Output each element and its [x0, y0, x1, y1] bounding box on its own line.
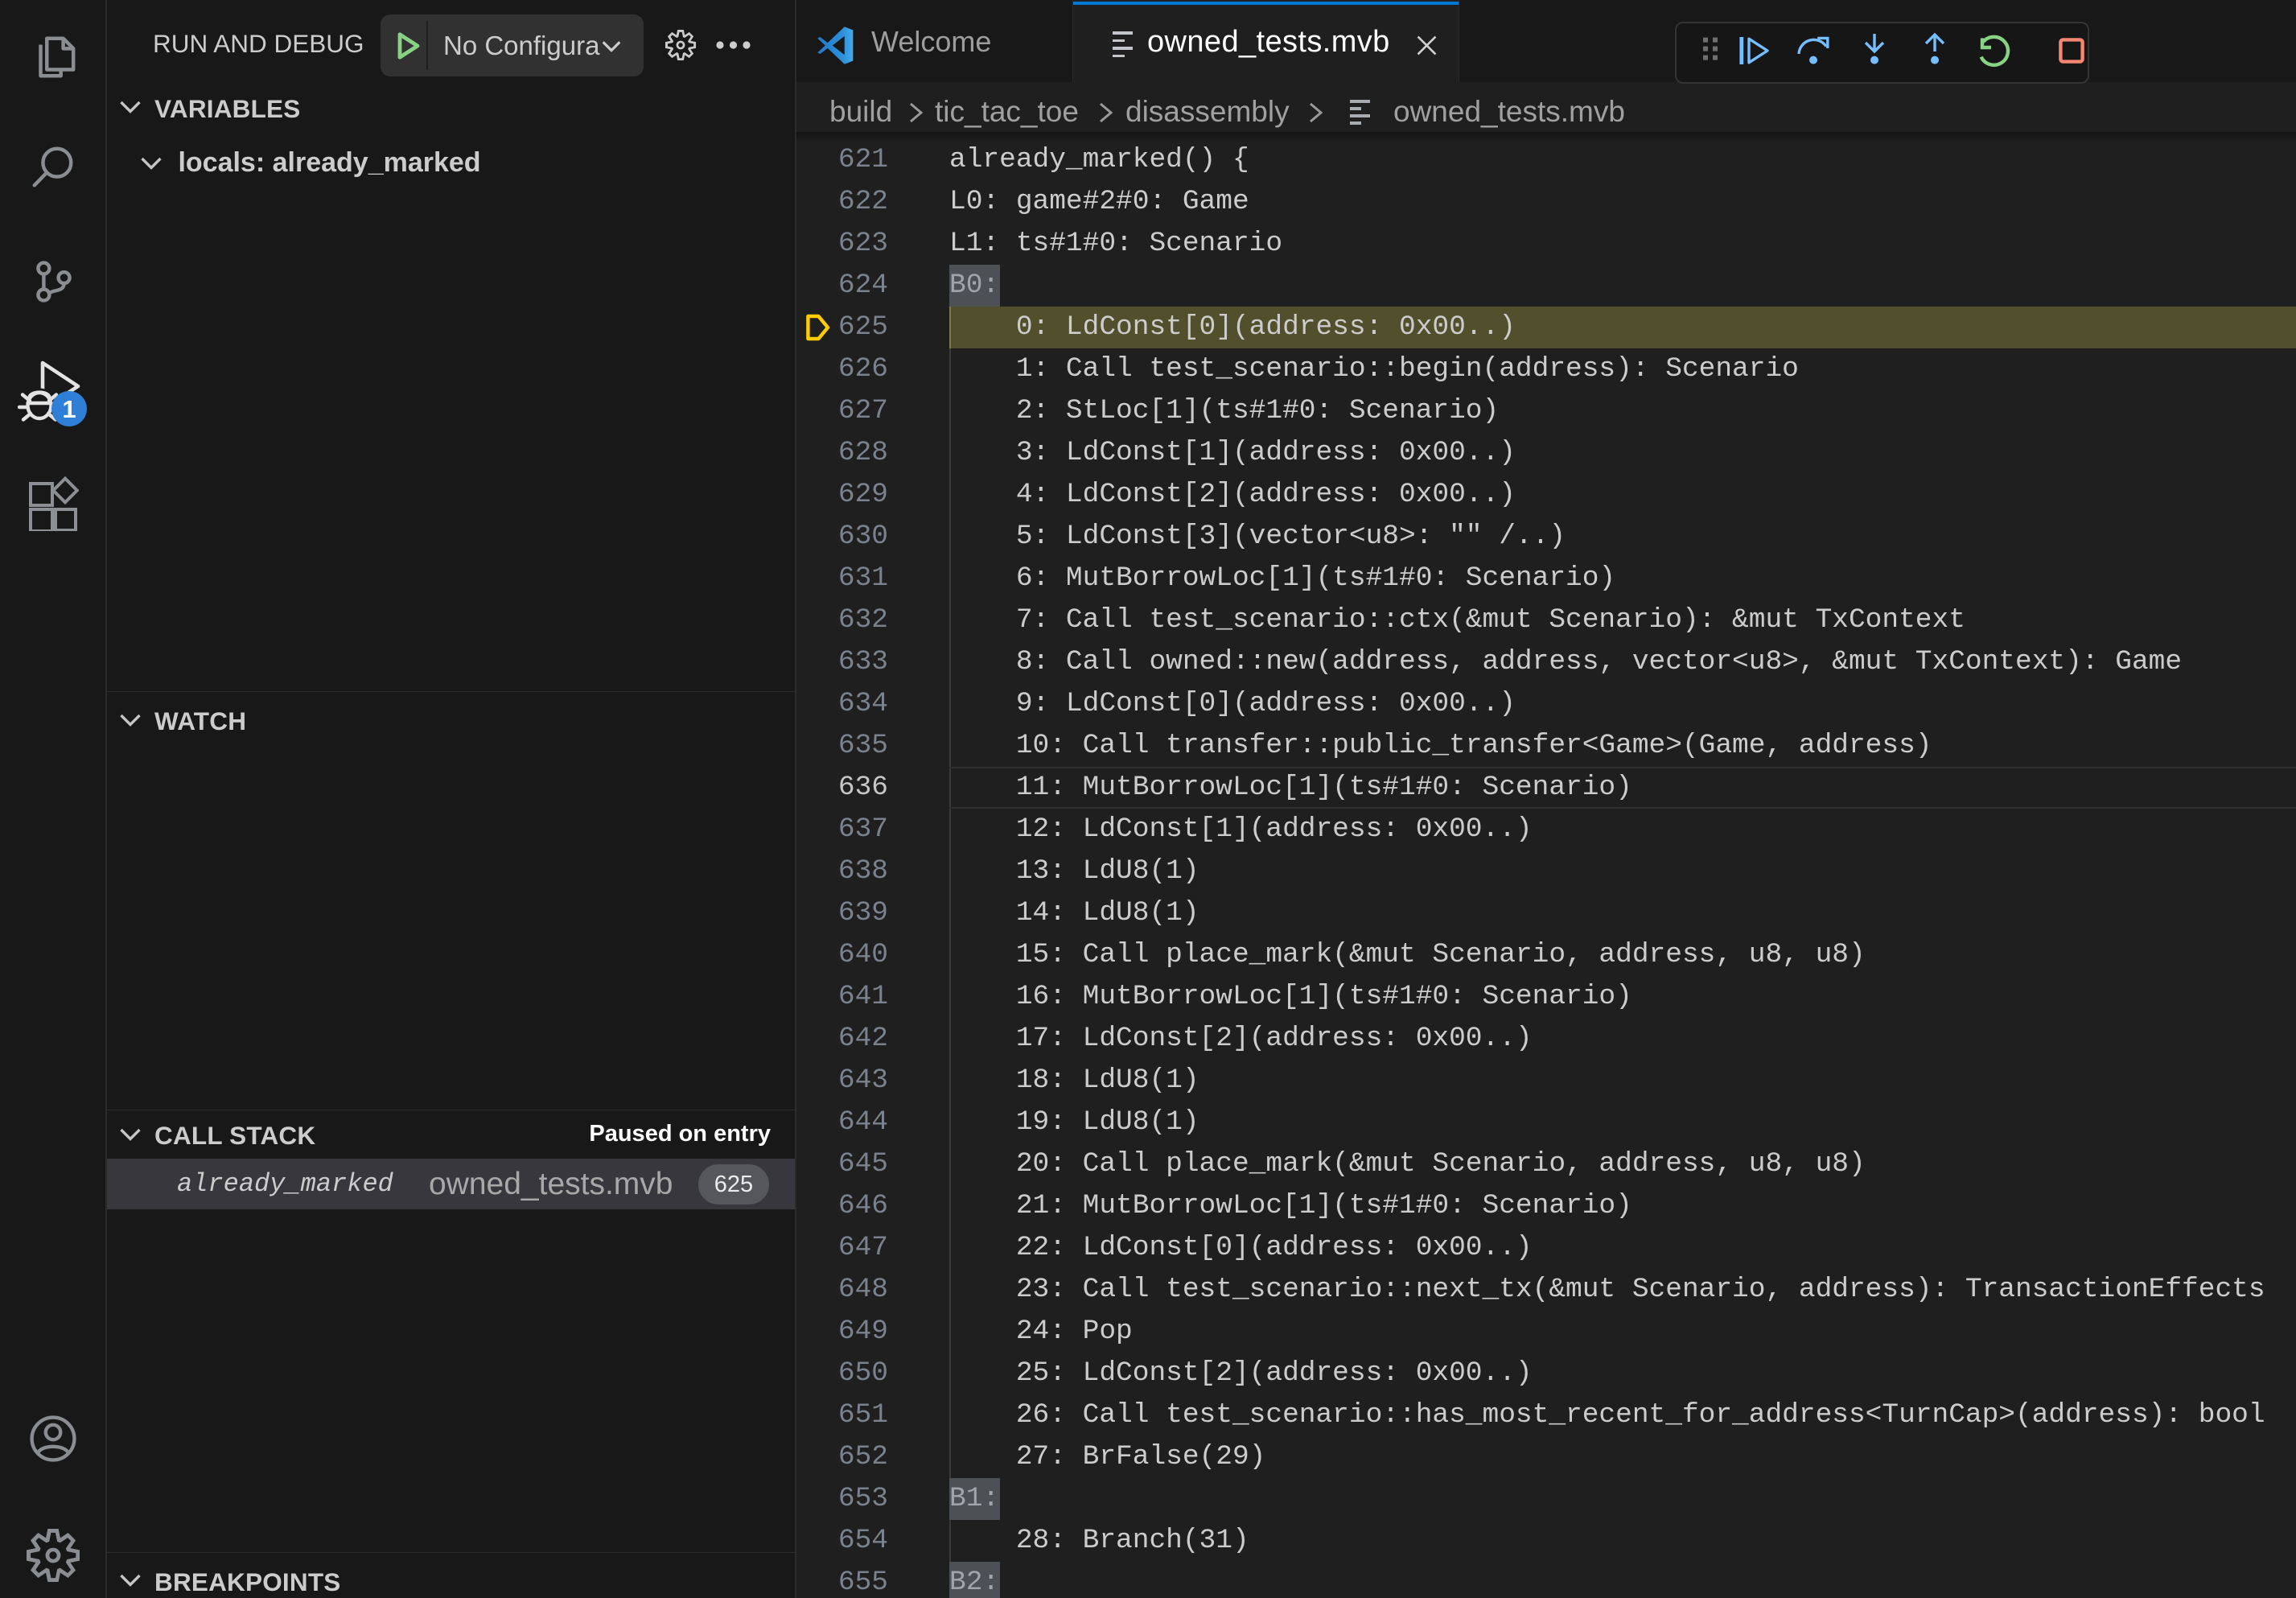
svg-text:1: 1 [62, 395, 76, 423]
